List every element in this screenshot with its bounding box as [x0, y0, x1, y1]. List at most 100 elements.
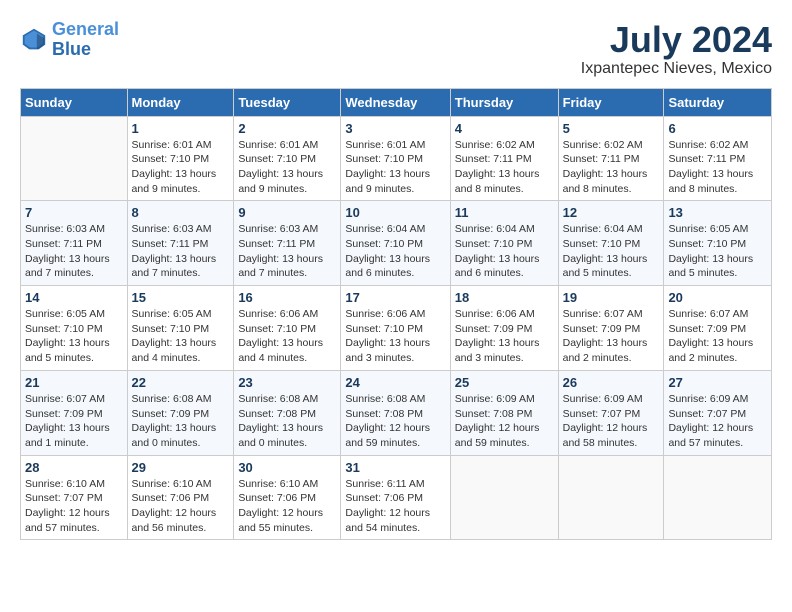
cell-info: Sunrise: 6:09 AMSunset: 7:07 PMDaylight:…	[668, 392, 767, 451]
cell-info: Sunrise: 6:04 AMSunset: 7:10 PMDaylight:…	[455, 222, 554, 281]
cell-info: Sunrise: 6:10 AMSunset: 7:06 PMDaylight:…	[132, 477, 230, 536]
cell-info: Sunrise: 6:03 AMSunset: 7:11 PMDaylight:…	[132, 222, 230, 281]
day-number: 12	[563, 205, 660, 220]
calendar-cell: 6 Sunrise: 6:02 AMSunset: 7:11 PMDaylight…	[664, 116, 772, 201]
day-number: 15	[132, 290, 230, 305]
calendar-cell	[664, 455, 772, 540]
calendar-cell: 26 Sunrise: 6:09 AMSunset: 7:07 PMDayligh…	[558, 370, 664, 455]
day-number: 26	[563, 375, 660, 390]
calendar-cell: 24 Sunrise: 6:08 AMSunset: 7:08 PMDayligh…	[341, 370, 450, 455]
column-header-thursday: Thursday	[450, 88, 558, 116]
day-number: 8	[132, 205, 230, 220]
day-number: 18	[455, 290, 554, 305]
cell-info: Sunrise: 6:11 AMSunset: 7:06 PMDaylight:…	[345, 477, 445, 536]
calendar-cell: 7 Sunrise: 6:03 AMSunset: 7:11 PMDaylight…	[21, 201, 128, 286]
cell-info: Sunrise: 6:02 AMSunset: 7:11 PMDaylight:…	[668, 138, 767, 197]
calendar-cell	[558, 455, 664, 540]
day-number: 27	[668, 375, 767, 390]
column-header-tuesday: Tuesday	[234, 88, 341, 116]
title-block: July 2024 Ixpantepec Nieves, Mexico	[581, 20, 772, 78]
page-header: GeneralBlue July 2024 Ixpantepec Nieves,…	[20, 20, 772, 78]
calendar-cell: 3 Sunrise: 6:01 AMSunset: 7:10 PMDaylight…	[341, 116, 450, 201]
day-number: 2	[238, 121, 336, 136]
day-number: 13	[668, 205, 767, 220]
calendar-cell: 27 Sunrise: 6:09 AMSunset: 7:07 PMDayligh…	[664, 370, 772, 455]
calendar-table: SundayMondayTuesdayWednesdayThursdayFrid…	[20, 88, 772, 541]
cell-info: Sunrise: 6:01 AMSunset: 7:10 PMDaylight:…	[238, 138, 336, 197]
cell-info: Sunrise: 6:09 AMSunset: 7:08 PMDaylight:…	[455, 392, 554, 451]
cell-info: Sunrise: 6:07 AMSunset: 7:09 PMDaylight:…	[25, 392, 123, 451]
location-title: Ixpantepec Nieves, Mexico	[581, 60, 772, 78]
week-row-5: 28Sunrise: 6:10 AMSunset: 7:07 PMDayligh…	[21, 455, 772, 540]
day-number: 22	[132, 375, 230, 390]
logo-icon	[20, 26, 48, 54]
cell-info: Sunrise: 6:05 AMSunset: 7:10 PMDaylight:…	[668, 222, 767, 281]
day-number: 21	[25, 375, 123, 390]
logo: GeneralBlue	[20, 20, 119, 60]
calendar-cell: 17Sunrise: 6:06 AMSunset: 7:10 PMDayligh…	[341, 286, 450, 371]
calendar-header: SundayMondayTuesdayWednesdayThursdayFrid…	[21, 88, 772, 116]
calendar-cell: 14 Sunrise: 6:05 AMSunset: 7:10 PMDayligh…	[21, 286, 128, 371]
column-header-wednesday: Wednesday	[341, 88, 450, 116]
cell-info: Sunrise: 6:01 AMSunset: 7:10 PMDaylight:…	[132, 138, 230, 197]
calendar-cell: 1Sunrise: 6:01 AMSunset: 7:10 PMDaylight…	[127, 116, 234, 201]
column-header-friday: Friday	[558, 88, 664, 116]
day-number: 9	[238, 205, 336, 220]
day-number: 10	[345, 205, 445, 220]
cell-info: Sunrise: 6:10 AMSunset: 7:06 PMDaylight:…	[238, 477, 336, 536]
calendar-cell: 8 Sunrise: 6:03 AMSunset: 7:11 PMDaylight…	[127, 201, 234, 286]
day-number: 30	[238, 460, 336, 475]
day-number: 24	[345, 375, 445, 390]
cell-info: Sunrise: 6:05 AMSunset: 7:10 PMDaylight:…	[25, 307, 123, 366]
cell-info: Sunrise: 6:06 AMSunset: 7:10 PMDaylight:…	[345, 307, 445, 366]
cell-info: Sunrise: 6:08 AMSunset: 7:08 PMDaylight:…	[345, 392, 445, 451]
day-number: 19	[563, 290, 660, 305]
day-number: 23	[238, 375, 336, 390]
cell-info: Sunrise: 6:02 AMSunset: 7:11 PMDaylight:…	[563, 138, 660, 197]
cell-info: Sunrise: 6:05 AMSunset: 7:10 PMDaylight:…	[132, 307, 230, 366]
logo-text: GeneralBlue	[52, 20, 119, 60]
cell-info: Sunrise: 6:08 AMSunset: 7:09 PMDaylight:…	[132, 392, 230, 451]
days-header-row: SundayMondayTuesdayWednesdayThursdayFrid…	[21, 88, 772, 116]
cell-info: Sunrise: 6:02 AMSunset: 7:11 PMDaylight:…	[455, 138, 554, 197]
calendar-cell: 28Sunrise: 6:10 AMSunset: 7:07 PMDayligh…	[21, 455, 128, 540]
day-number: 4	[455, 121, 554, 136]
day-number: 20	[668, 290, 767, 305]
cell-info: Sunrise: 6:06 AMSunset: 7:10 PMDaylight:…	[238, 307, 336, 366]
cell-info: Sunrise: 6:03 AMSunset: 7:11 PMDaylight:…	[25, 222, 123, 281]
calendar-cell: 10 Sunrise: 6:04 AMSunset: 7:10 PMDayligh…	[341, 201, 450, 286]
week-row-3: 14 Sunrise: 6:05 AMSunset: 7:10 PMDayligh…	[21, 286, 772, 371]
calendar-cell: 2 Sunrise: 6:01 AMSunset: 7:10 PMDaylight…	[234, 116, 341, 201]
calendar-cell	[21, 116, 128, 201]
calendar-cell: 25Sunrise: 6:09 AMSunset: 7:08 PMDayligh…	[450, 370, 558, 455]
month-year-title: July 2024	[581, 20, 772, 60]
cell-info: Sunrise: 6:08 AMSunset: 7:08 PMDaylight:…	[238, 392, 336, 451]
calendar-cell: 31 Sunrise: 6:11 AMSunset: 7:06 PMDayligh…	[341, 455, 450, 540]
day-number: 3	[345, 121, 445, 136]
cell-info: Sunrise: 6:09 AMSunset: 7:07 PMDaylight:…	[563, 392, 660, 451]
day-number: 31	[345, 460, 445, 475]
calendar-cell: 21 Sunrise: 6:07 AMSunset: 7:09 PMDayligh…	[21, 370, 128, 455]
day-number: 28	[25, 460, 123, 475]
day-number: 7	[25, 205, 123, 220]
calendar-cell	[450, 455, 558, 540]
calendar-cell: 23 Sunrise: 6:08 AMSunset: 7:08 PMDayligh…	[234, 370, 341, 455]
cell-info: Sunrise: 6:01 AMSunset: 7:10 PMDaylight:…	[345, 138, 445, 197]
calendar-cell: 5 Sunrise: 6:02 AMSunset: 7:11 PMDaylight…	[558, 116, 664, 201]
week-row-4: 21 Sunrise: 6:07 AMSunset: 7:09 PMDayligh…	[21, 370, 772, 455]
day-number: 14	[25, 290, 123, 305]
calendar-cell: 30 Sunrise: 6:10 AMSunset: 7:06 PMDayligh…	[234, 455, 341, 540]
calendar-body: 1Sunrise: 6:01 AMSunset: 7:10 PMDaylight…	[21, 116, 772, 540]
cell-info: Sunrise: 6:07 AMSunset: 7:09 PMDaylight:…	[668, 307, 767, 366]
cell-info: Sunrise: 6:04 AMSunset: 7:10 PMDaylight:…	[345, 222, 445, 281]
calendar-cell: 13 Sunrise: 6:05 AMSunset: 7:10 PMDayligh…	[664, 201, 772, 286]
day-number: 5	[563, 121, 660, 136]
day-number: 16	[238, 290, 336, 305]
calendar-cell: 18Sunrise: 6:06 AMSunset: 7:09 PMDayligh…	[450, 286, 558, 371]
column-header-monday: Monday	[127, 88, 234, 116]
calendar-cell: 19Sunrise: 6:07 AMSunset: 7:09 PMDayligh…	[558, 286, 664, 371]
calendar-cell: 15 Sunrise: 6:05 AMSunset: 7:10 PMDayligh…	[127, 286, 234, 371]
week-row-2: 7 Sunrise: 6:03 AMSunset: 7:11 PMDaylight…	[21, 201, 772, 286]
calendar-cell: 22 Sunrise: 6:08 AMSunset: 7:09 PMDayligh…	[127, 370, 234, 455]
day-number: 6	[668, 121, 767, 136]
